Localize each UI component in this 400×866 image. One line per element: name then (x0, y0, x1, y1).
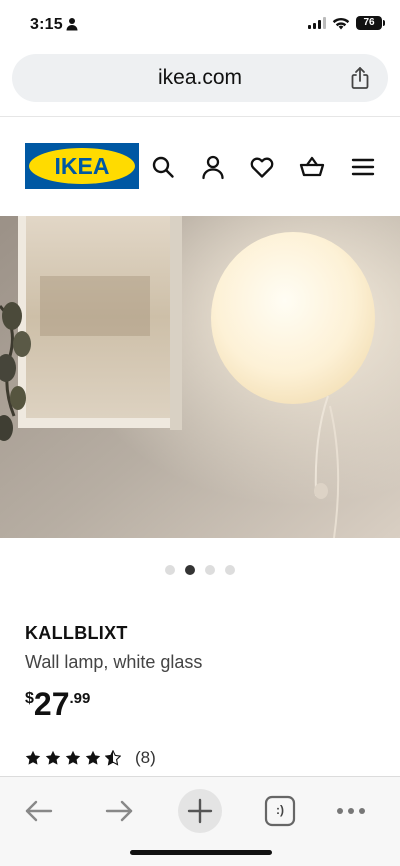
search-icon[interactable] (150, 154, 176, 180)
share-icon[interactable] (348, 66, 372, 90)
star-icon (65, 750, 81, 765)
account-icon[interactable] (200, 154, 226, 180)
review-count[interactable]: (8) (135, 748, 156, 768)
wifi-icon (332, 17, 350, 29)
url-text[interactable]: ikea.com (12, 66, 388, 90)
tabs-icon[interactable]: :) (258, 789, 302, 833)
cart-icon[interactable] (299, 154, 325, 180)
product-price: $27.99 (25, 686, 90, 723)
wall-lamp-photo (0, 216, 400, 538)
star-icon (85, 750, 101, 765)
carousel-dot[interactable] (205, 565, 215, 575)
product-rating[interactable]: (8) (25, 748, 156, 768)
carousel-dots (0, 562, 400, 580)
back-arrow-icon[interactable] (17, 789, 61, 833)
carousel-dot-active[interactable] (185, 565, 195, 575)
battery-icon: 76 (356, 16, 385, 30)
status-indicators: 76 (308, 16, 385, 30)
favorites-icon[interactable] (249, 154, 275, 180)
logo-text: IKEA (55, 153, 110, 179)
carousel-dot[interactable] (225, 565, 235, 575)
carousel-dot[interactable] (165, 565, 175, 575)
price-currency: $ (25, 690, 34, 707)
new-tab-icon[interactable] (178, 789, 222, 833)
star-icon (45, 750, 61, 765)
status-time: 3:15 (30, 16, 63, 33)
price-integer: 27 (33, 686, 70, 722)
person-icon (66, 18, 78, 31)
product-image[interactable] (0, 216, 400, 538)
more-icon[interactable] (329, 789, 373, 833)
forward-arrow-icon[interactable] (97, 789, 141, 833)
ikea-logo[interactable]: IKEA (25, 143, 139, 189)
status-bar: 3:15 76 (0, 0, 400, 50)
signal-icon (308, 17, 326, 29)
address-bar[interactable]: ikea.com (12, 54, 388, 102)
divider (0, 116, 400, 117)
product-description: Wall lamp, white glass (25, 652, 203, 672)
header-icons (148, 154, 380, 180)
star-icon (25, 750, 41, 765)
rating-stars (25, 750, 121, 766)
menu-icon[interactable] (350, 154, 376, 180)
home-indicator (130, 850, 272, 855)
product-name: KALLBLIXT (25, 623, 128, 643)
tabs-label: :) (276, 803, 284, 817)
price-decimal: .99 (69, 690, 91, 707)
half-star-icon (105, 750, 121, 766)
